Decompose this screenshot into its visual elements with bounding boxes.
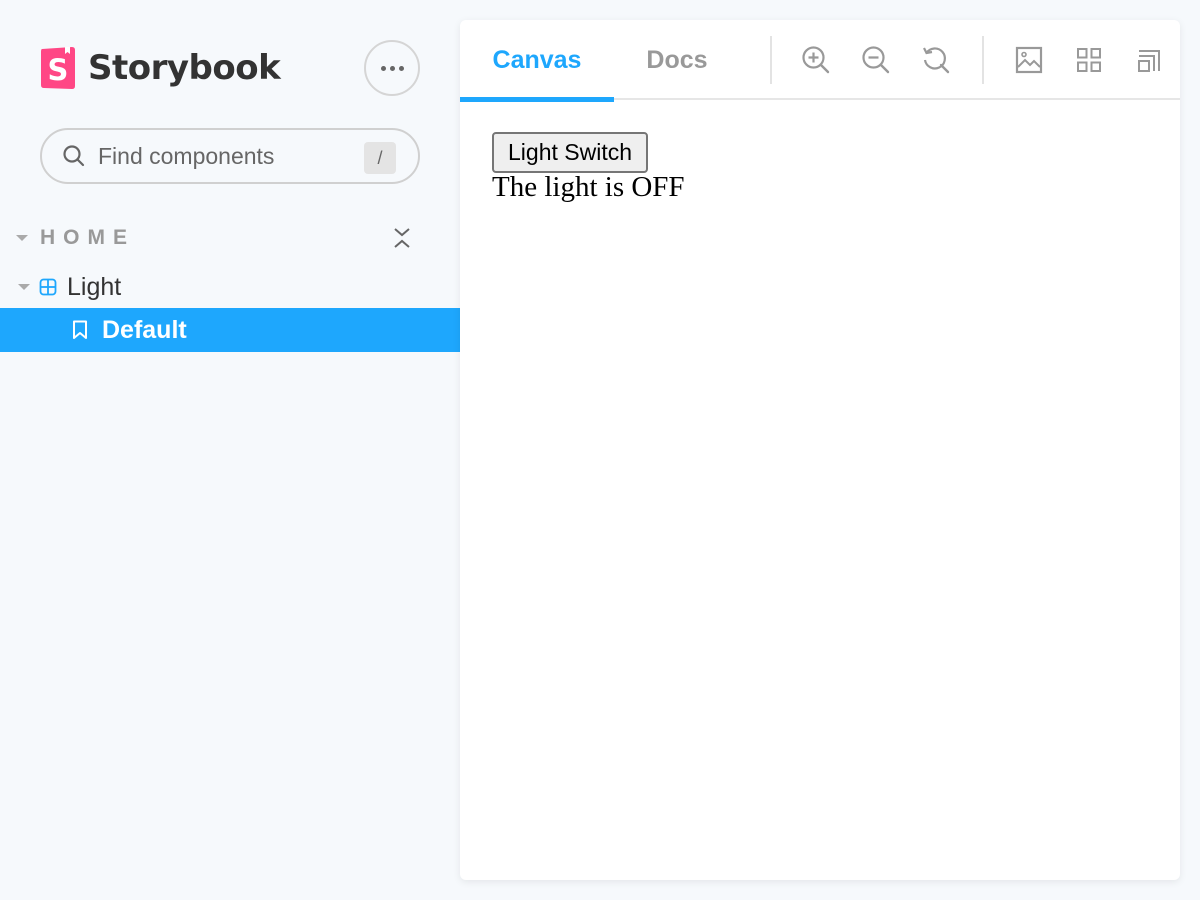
toolbar: Canvas Docs — [460, 20, 1180, 102]
section-label: HOME — [40, 226, 135, 249]
background-button[interactable] — [1011, 42, 1047, 78]
grid-button[interactable] — [1071, 42, 1107, 78]
toolbar-divider — [982, 36, 984, 84]
bookmark-icon — [73, 320, 87, 339]
image-icon — [1015, 46, 1043, 74]
search-box[interactable]: / — [40, 128, 420, 184]
tree-item-label: Light — [67, 272, 122, 301]
search-icon — [63, 145, 85, 167]
preview-panel: Canvas Docs Light Switch The light is OF… — [460, 20, 1180, 880]
tab-canvas[interactable]: Canvas — [460, 20, 614, 102]
light-status-text: The light is OFF — [492, 171, 685, 203]
sidebar: S Storybook / HOME Light — [0, 0, 460, 900]
zoom-reset-button[interactable] — [918, 42, 954, 78]
zoom-in-button[interactable] — [798, 42, 834, 78]
tree-item-default[interactable]: Default — [0, 308, 460, 352]
brand-name: Storybook — [88, 48, 281, 88]
zoom-out-icon — [862, 46, 890, 74]
story-preview: Light Switch The light is OFF — [492, 132, 685, 204]
storybook-logo-icon: S — [40, 46, 76, 90]
section-home[interactable]: HOME — [16, 224, 416, 252]
tree-item-label: Default — [102, 315, 187, 344]
zoom-in-icon — [802, 46, 830, 74]
brand[interactable]: S Storybook — [40, 46, 281, 90]
menu-button[interactable] — [364, 40, 420, 96]
toolbar-divider — [770, 36, 772, 84]
viewport-button[interactable] — [1131, 42, 1167, 78]
tree-item-light[interactable]: Light — [0, 265, 460, 309]
search-shortcut-key: / — [364, 142, 396, 174]
zoom-out-button[interactable] — [858, 42, 894, 78]
collapse-all-button[interactable] — [390, 224, 414, 252]
caret-down-icon — [18, 284, 30, 290]
search-input[interactable] — [98, 142, 348, 170]
grid-icon — [1077, 48, 1101, 72]
ellipsis-icon — [380, 65, 386, 71]
caret-down-icon — [16, 235, 28, 241]
viewport-icon — [1138, 50, 1160, 72]
tab-docs[interactable]: Docs — [614, 20, 740, 100]
light-switch-button[interactable]: Light Switch — [492, 132, 649, 173]
svg-text:S: S — [48, 53, 69, 87]
collapse-all-icon — [394, 228, 410, 248]
component-icon — [39, 278, 57, 296]
zoom-reset-icon — [923, 47, 950, 74]
